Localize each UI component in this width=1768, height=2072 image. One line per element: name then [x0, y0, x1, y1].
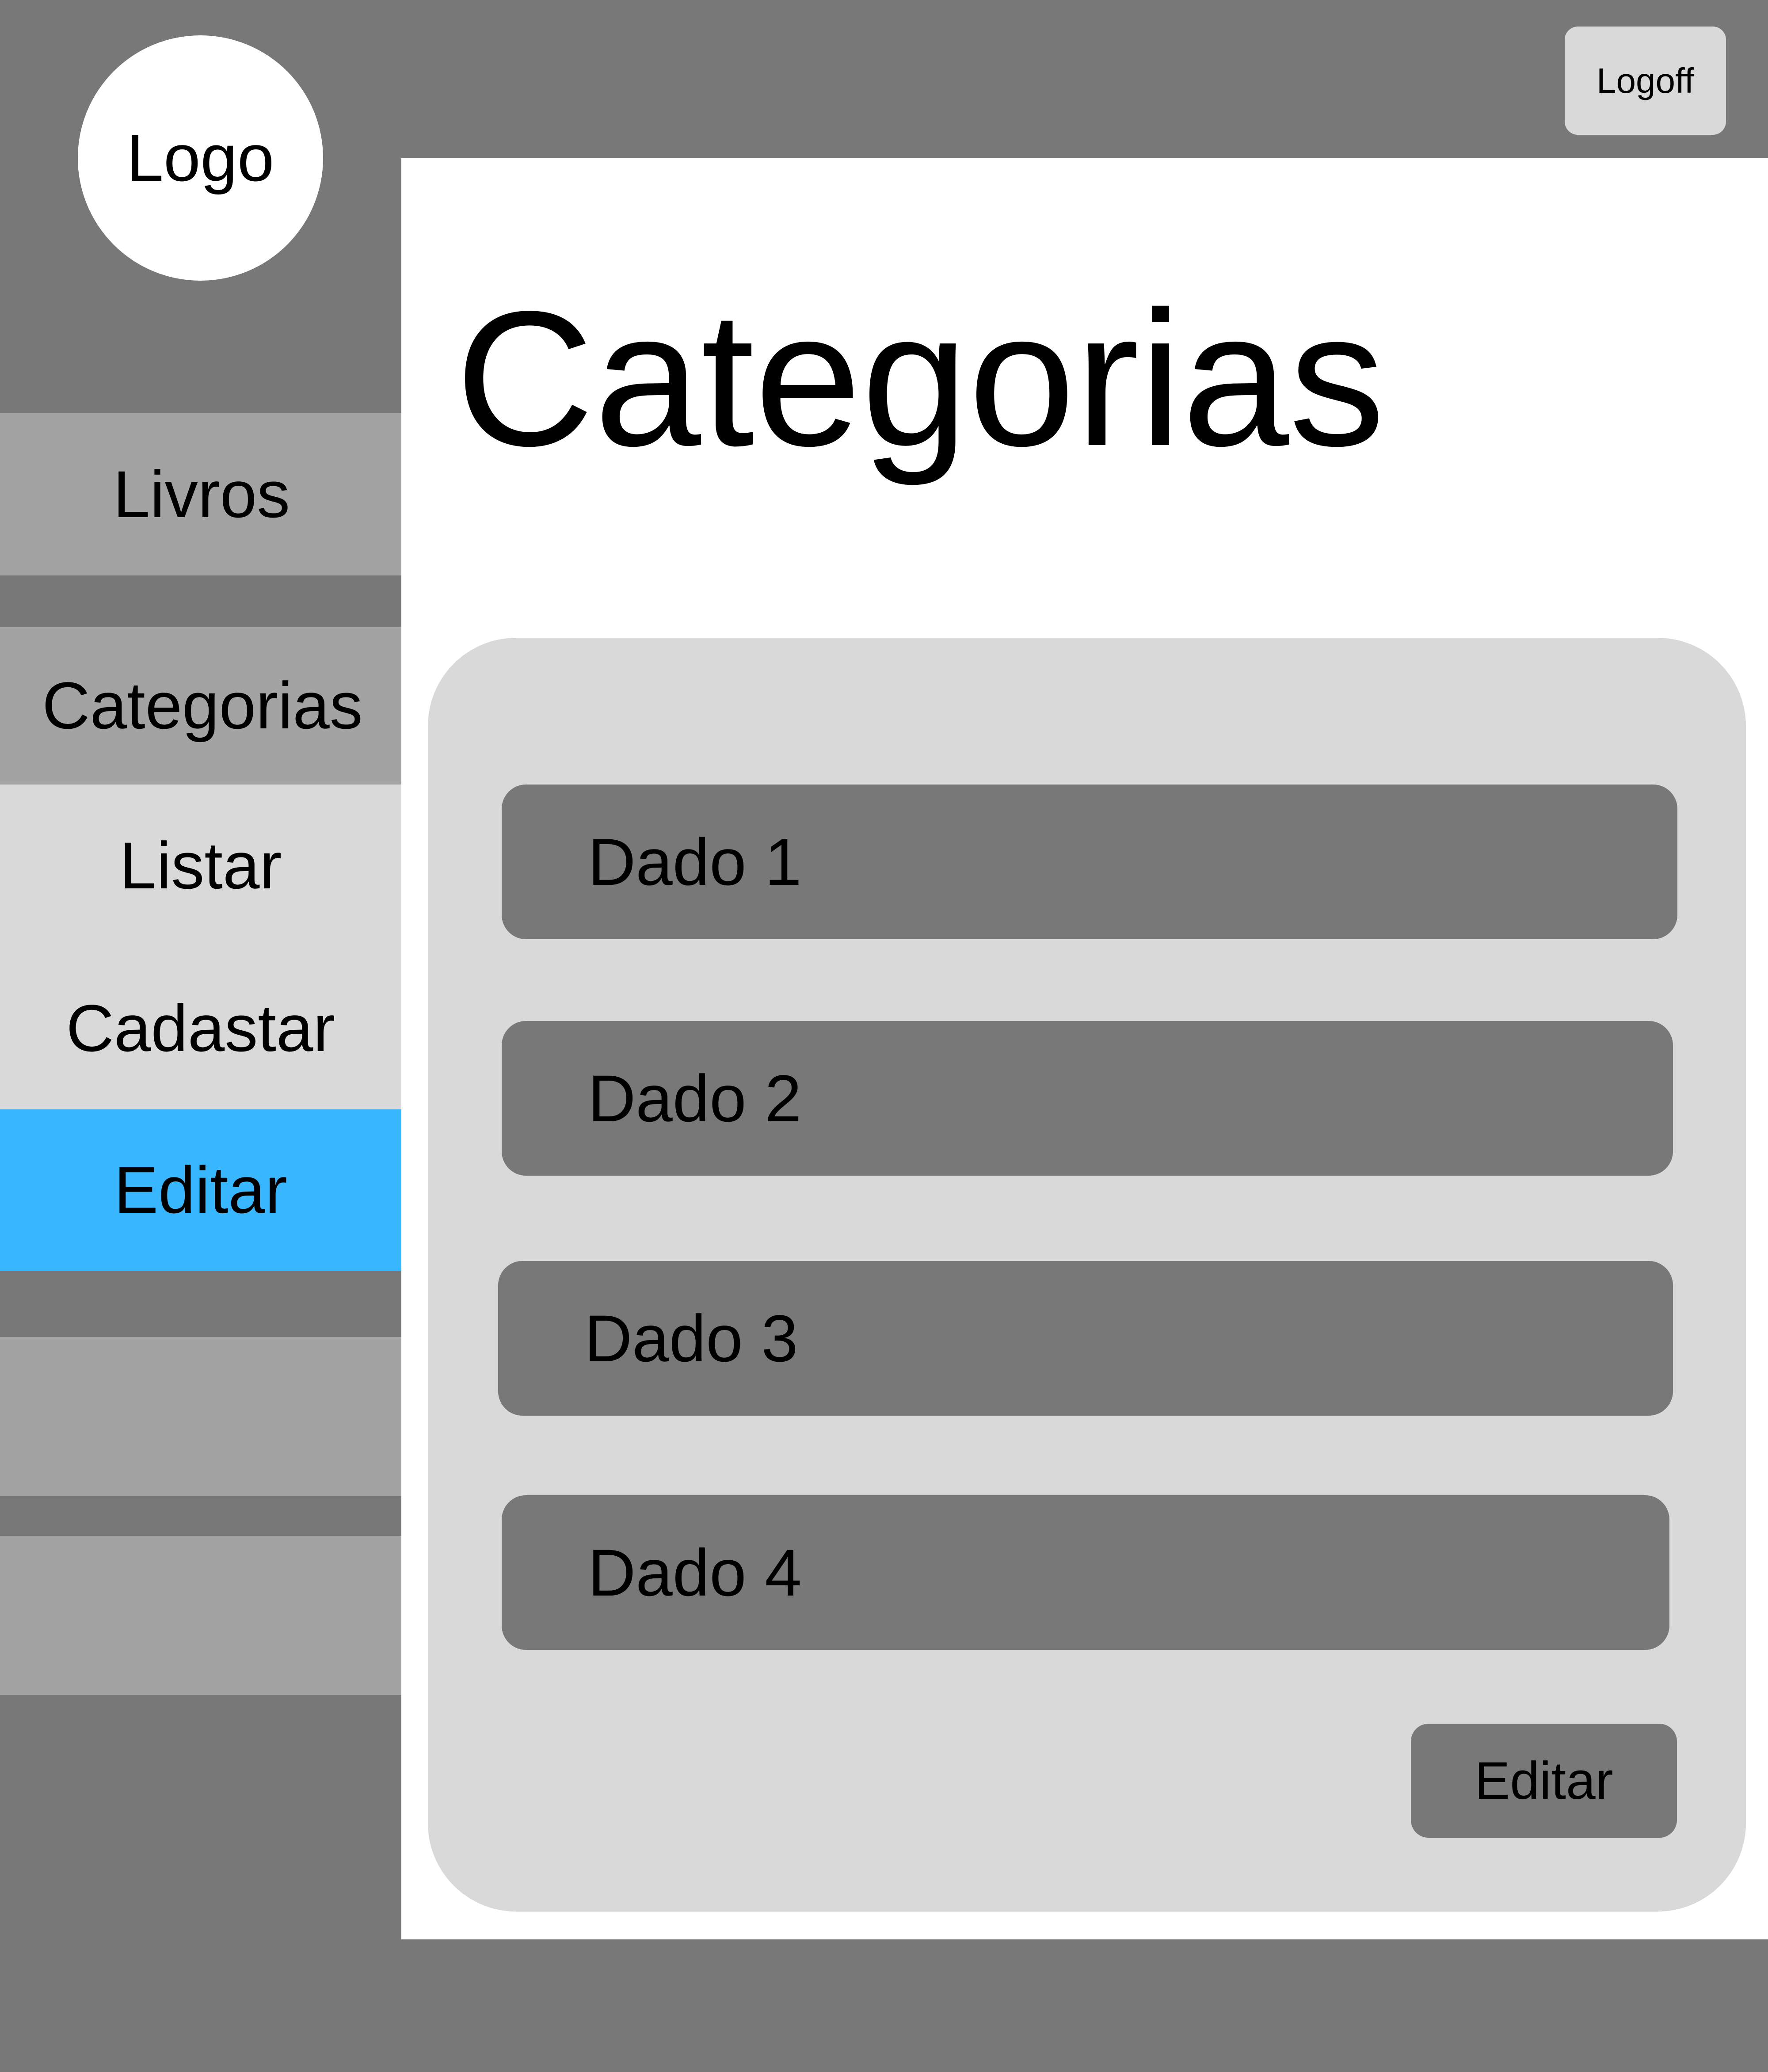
- sidebar-subitem-editar[interactable]: Editar: [0, 1109, 401, 1271]
- list-item-label: Dado 1: [588, 824, 802, 899]
- logo: Logo: [78, 35, 323, 281]
- list-item[interactable]: Dado 1: [502, 785, 1677, 939]
- sidebar-item-label: Cadastar: [66, 990, 335, 1065]
- sidebar-item-label: Listar: [119, 828, 282, 903]
- sidebar-item-label: Categorias: [42, 668, 363, 743]
- edit-button-label: Editar: [1475, 1751, 1613, 1810]
- sidebar-item-livros[interactable]: Livros: [0, 413, 403, 575]
- sidebar-item-label: Livros: [113, 457, 290, 531]
- sidebar-item-label: Editar: [114, 1153, 287, 1227]
- sidebar-item-categorias[interactable]: Categorias: [0, 627, 405, 785]
- list-item-label: Dado 4: [588, 1535, 802, 1610]
- page-title: Categorias: [455, 271, 1385, 486]
- sidebar-item-empty[interactable]: [0, 1337, 401, 1496]
- list-item[interactable]: Dado 4: [502, 1495, 1669, 1650]
- sidebar-subitem-listar[interactable]: Listar: [0, 785, 401, 947]
- logoff-button-label: Logoff: [1597, 61, 1694, 100]
- sidebar-subitem-cadastar[interactable]: Cadastar: [0, 947, 401, 1109]
- list-item-label: Dado 3: [584, 1301, 798, 1375]
- list-item-label: Dado 2: [588, 1061, 802, 1135]
- sidebar-item-empty[interactable]: [0, 1536, 401, 1695]
- logoff-button[interactable]: Logoff: [1565, 27, 1726, 135]
- logo-text: Logo: [126, 121, 274, 195]
- edit-button[interactable]: Editar: [1411, 1724, 1677, 1838]
- list-item[interactable]: Dado 2: [502, 1021, 1673, 1176]
- list-item[interactable]: Dado 3: [498, 1261, 1673, 1416]
